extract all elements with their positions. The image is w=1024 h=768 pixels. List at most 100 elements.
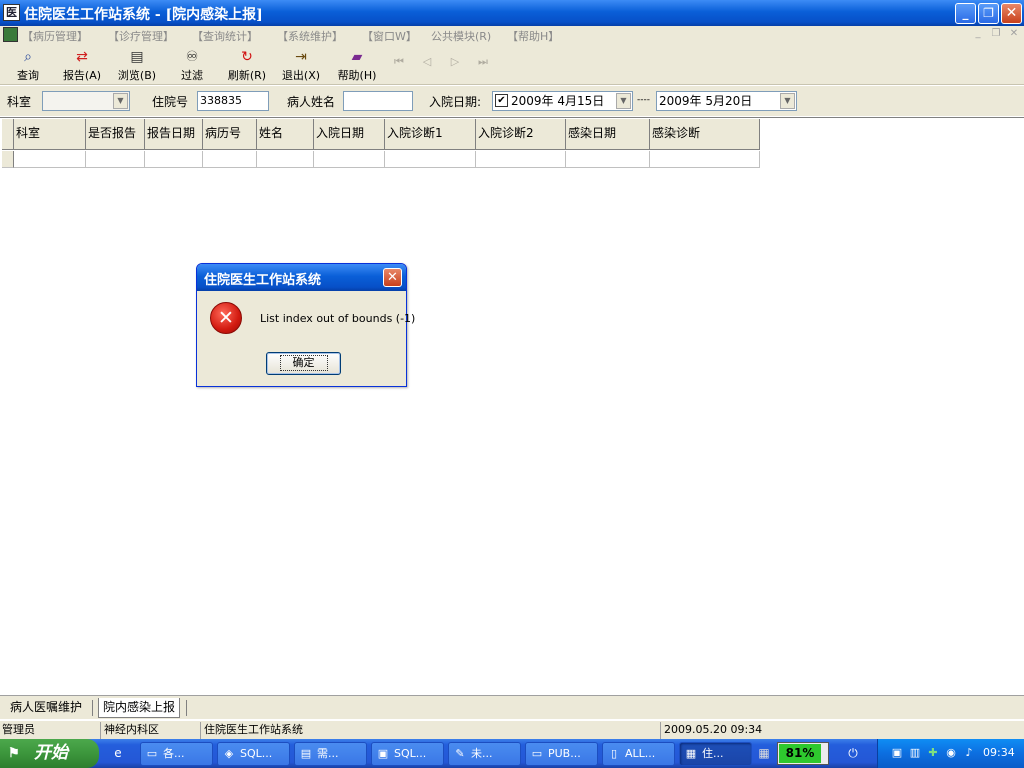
admit-date-checkbox[interactable]: ✔ [495,94,508,107]
prev-record-icon[interactable]: ◁ [420,55,434,69]
child-restore-button[interactable]: ❐ [988,28,1004,42]
dept-select[interactable]: ▼ [42,91,130,111]
filter-button[interactable]: ♾ 过滤 [172,48,212,84]
restore-button[interactable]: ❐ [978,3,999,24]
shield-icon[interactable]: ✚ [926,746,940,760]
patient-name-label: 病人姓名 [287,95,336,109]
menu-window[interactable]: 【窗口W】 [362,28,417,44]
task-doctor-workstation[interactable]: ▦ 住... [679,742,752,766]
ok-button[interactable]: 确定 [266,352,341,375]
refresh-button[interactable]: ↻ 刷新(R) [222,48,272,84]
dialog-close-button[interactable]: ✕ [383,268,402,287]
task-sql-2[interactable]: ▣ SQL... [371,742,444,766]
start-label: 开始 [34,743,68,763]
battery-meter[interactable]: 81% [777,742,829,765]
first-record-icon[interactable]: ⏮ [392,55,406,69]
network-icon[interactable]: ▣ [890,746,904,760]
menu-system-maintenance[interactable]: 【系统维护】 [277,28,343,44]
help-button[interactable]: ▰ 帮助(H) [332,48,382,84]
query-button[interactable]: ⌕ 查询 [8,48,48,84]
date-to-picker[interactable]: 2009年 5月20日 ▼ [656,91,797,111]
task-pub-folder[interactable]: ▭ PUB... [525,742,598,766]
minimize-button[interactable]: _ [955,3,976,24]
tab-infection-report[interactable]: 院内感染上报 [98,698,181,718]
table-cell[interactable] [86,151,145,168]
keyboard-icon[interactable]: ▦ [756,745,772,761]
child-close-button[interactable]: ✕ [1006,28,1022,42]
disc-icon[interactable]: ◉ [944,746,958,760]
report-label: 报告(A) [62,69,102,82]
browse-icon: ▤ [130,49,144,65]
dialog-body: ✕ List index out of bounds (-1) 确定 [200,291,415,385]
inpatient-no-label: 住院号 [152,95,189,109]
col-admit-diag-2[interactable]: 入院诊断2 [476,119,566,150]
mdi-child-icon[interactable] [3,27,18,42]
chevron-down-icon[interactable]: ▼ [616,93,631,109]
table-cell[interactable] [566,151,650,168]
task-untitled[interactable]: ✎ 未... [448,742,521,766]
task-doc[interactable]: ▤ 需... [294,742,367,766]
start-button[interactable]: ⚑ 开始 [0,739,99,768]
inpatient-no-input[interactable]: 338835 [197,91,269,111]
speaker-icon[interactable]: ♪ [962,746,976,760]
document-icon: ▤ [300,747,312,760]
task-label: 住... [702,747,724,760]
col-report-date[interactable]: 报告日期 [145,119,203,150]
tab-patient-orders[interactable]: 病人医嘱维护 [6,698,86,718]
last-record-icon[interactable]: ⏭ [476,55,490,69]
folder-icon: ▭ [531,747,543,760]
status-bar: 管理员 神经内科区 住院医生工作站系统 2009.05.20 09:34 [0,720,1024,739]
menu-public-modules[interactable]: 公共模块(R) [431,28,491,44]
col-reported[interactable]: 是否报告 [86,119,145,150]
clock[interactable]: 09:34 [983,746,1015,759]
ie-quicklaunch-icon[interactable]: e [110,745,126,761]
task-folder-1[interactable]: ▭ 各... [140,742,213,766]
dept-label: 科室 [7,95,32,109]
col-dept[interactable]: 科室 [14,119,86,150]
col-admit-date[interactable]: 入院日期 [314,119,385,150]
table-cell[interactable] [476,151,566,168]
app-icon[interactable]: 医 [3,4,20,21]
dialog-title-bar[interactable]: 住院医生工作站系统 ✕ [197,264,406,291]
close-button[interactable]: ✕ [1001,3,1022,24]
window-title: 住院医生工作站系统 - [院内感染上报] [24,7,263,23]
menu-help[interactable]: 【帮助H】 [507,28,559,44]
row-indicator[interactable] [2,151,14,168]
browse-label: 浏览(B) [117,69,157,82]
table-cell[interactable] [257,151,314,168]
tray-app-icon[interactable]: ▥ [908,746,922,760]
table-cell[interactable] [314,151,385,168]
col-record-no[interactable]: 病历号 [203,119,257,150]
power-plug-icon[interactable]: ⏻ [845,745,861,761]
child-minimize-button[interactable]: _ [970,28,986,42]
table-cell[interactable] [145,151,203,168]
exit-door-icon: ⇥ [295,49,307,65]
date-from-picker[interactable]: ✔ 2009年 4月15日 ▼ [492,91,633,111]
table-cell[interactable] [14,151,86,168]
chevron-down-icon[interactable]: ▼ [780,93,795,109]
table-cell[interactable] [385,151,476,168]
col-infection-diag[interactable]: 感染诊断 [650,119,760,150]
task-all[interactable]: ▯ ALL... [602,742,675,766]
menu-medical-records[interactable]: 【病历管理】 [22,28,88,44]
sql-query-icon: ▣ [377,747,389,760]
col-infection-date[interactable]: 感染日期 [566,119,650,150]
refresh-label: 刷新(R) [227,69,267,82]
browse-button[interactable]: ▤ 浏览(B) [112,48,162,84]
table-cell[interactable] [203,151,257,168]
patient-name-input[interactable] [343,91,413,111]
chevron-down-icon[interactable]: ▼ [113,93,128,109]
window-title-bar[interactable]: 医 住院医生工作站系统 - [院内感染上报] _ ❐ ✕ [0,0,1024,26]
menu-diagnosis-treatment[interactable]: 【诊疗管理】 [108,28,174,44]
windows-flag-icon: ⚑ [8,746,20,761]
status-department: 神经内科区 [102,722,201,739]
table-cell[interactable] [650,151,760,168]
col-admit-diag-1[interactable]: 入院诊断1 [385,119,476,150]
error-dialog: 住院医生工作站系统 ✕ ✕ List index out of bounds (… [196,263,415,387]
task-sql-1[interactable]: ◈ SQL... [217,742,290,766]
menu-query-statistics[interactable]: 【查询统计】 [192,28,258,44]
col-name[interactable]: 姓名 [257,119,314,150]
next-record-icon[interactable]: ▷ [448,55,462,69]
exit-button[interactable]: ⇥ 退出(X) [276,48,326,84]
report-button[interactable]: ⇄ 报告(A) [58,48,106,84]
